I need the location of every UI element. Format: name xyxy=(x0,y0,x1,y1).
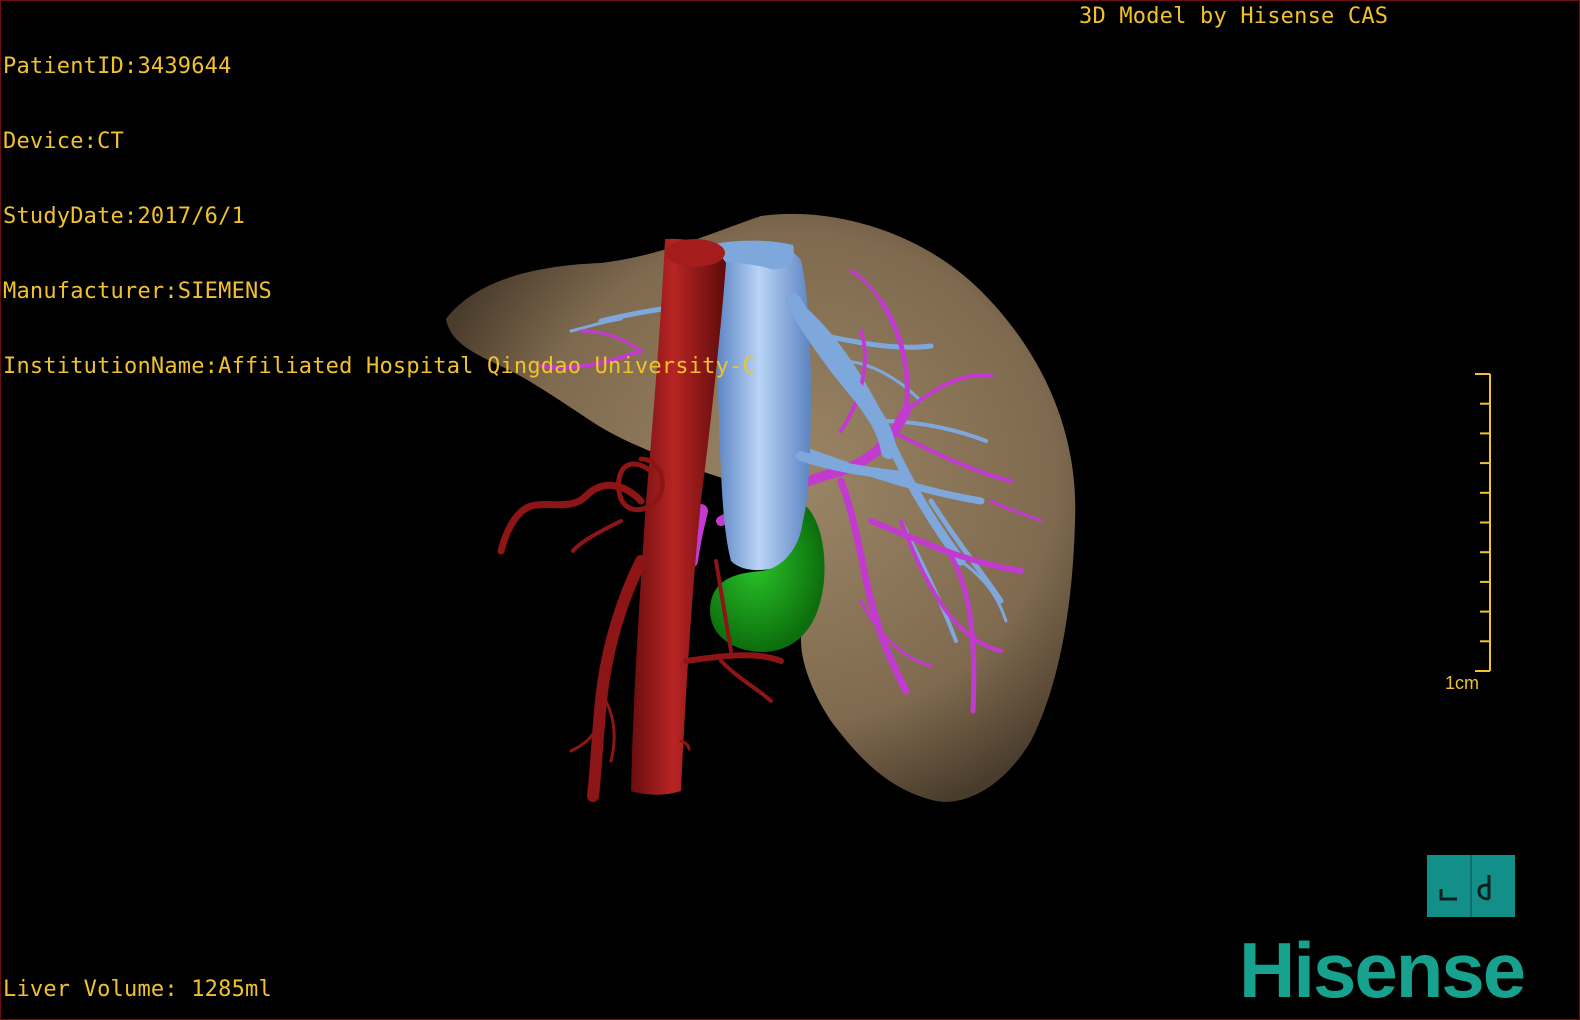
patient-id-text: PatientID:3439644 xyxy=(3,54,232,79)
patient-info-overlay: PatientID:3439644 Device:CT StudyDate:20… xyxy=(3,4,756,429)
3d-viewport[interactable]: PatientID:3439644 Device:CT StudyDate:20… xyxy=(0,0,1580,1020)
model-title: 3D Model by Hisense CAS xyxy=(1079,4,1389,29)
manufacturer-text: Manufacturer:SIEMENS xyxy=(3,279,272,304)
study-date-text: StudyDate:2017/6/1 xyxy=(3,204,246,229)
device-text: Device:CT xyxy=(3,129,125,154)
orientation-cube-icon[interactable] xyxy=(1427,855,1515,917)
brand-logo: Hisense xyxy=(1239,926,1526,1014)
scale-bar-label: 1cm xyxy=(1445,673,1480,693)
scale-bar xyxy=(1475,373,1491,672)
liver-volume-text: Liver Volume: 1285ml xyxy=(3,977,272,1002)
institution-name-text: InstitutionName:Affiliated Hospital Qing… xyxy=(3,354,756,379)
